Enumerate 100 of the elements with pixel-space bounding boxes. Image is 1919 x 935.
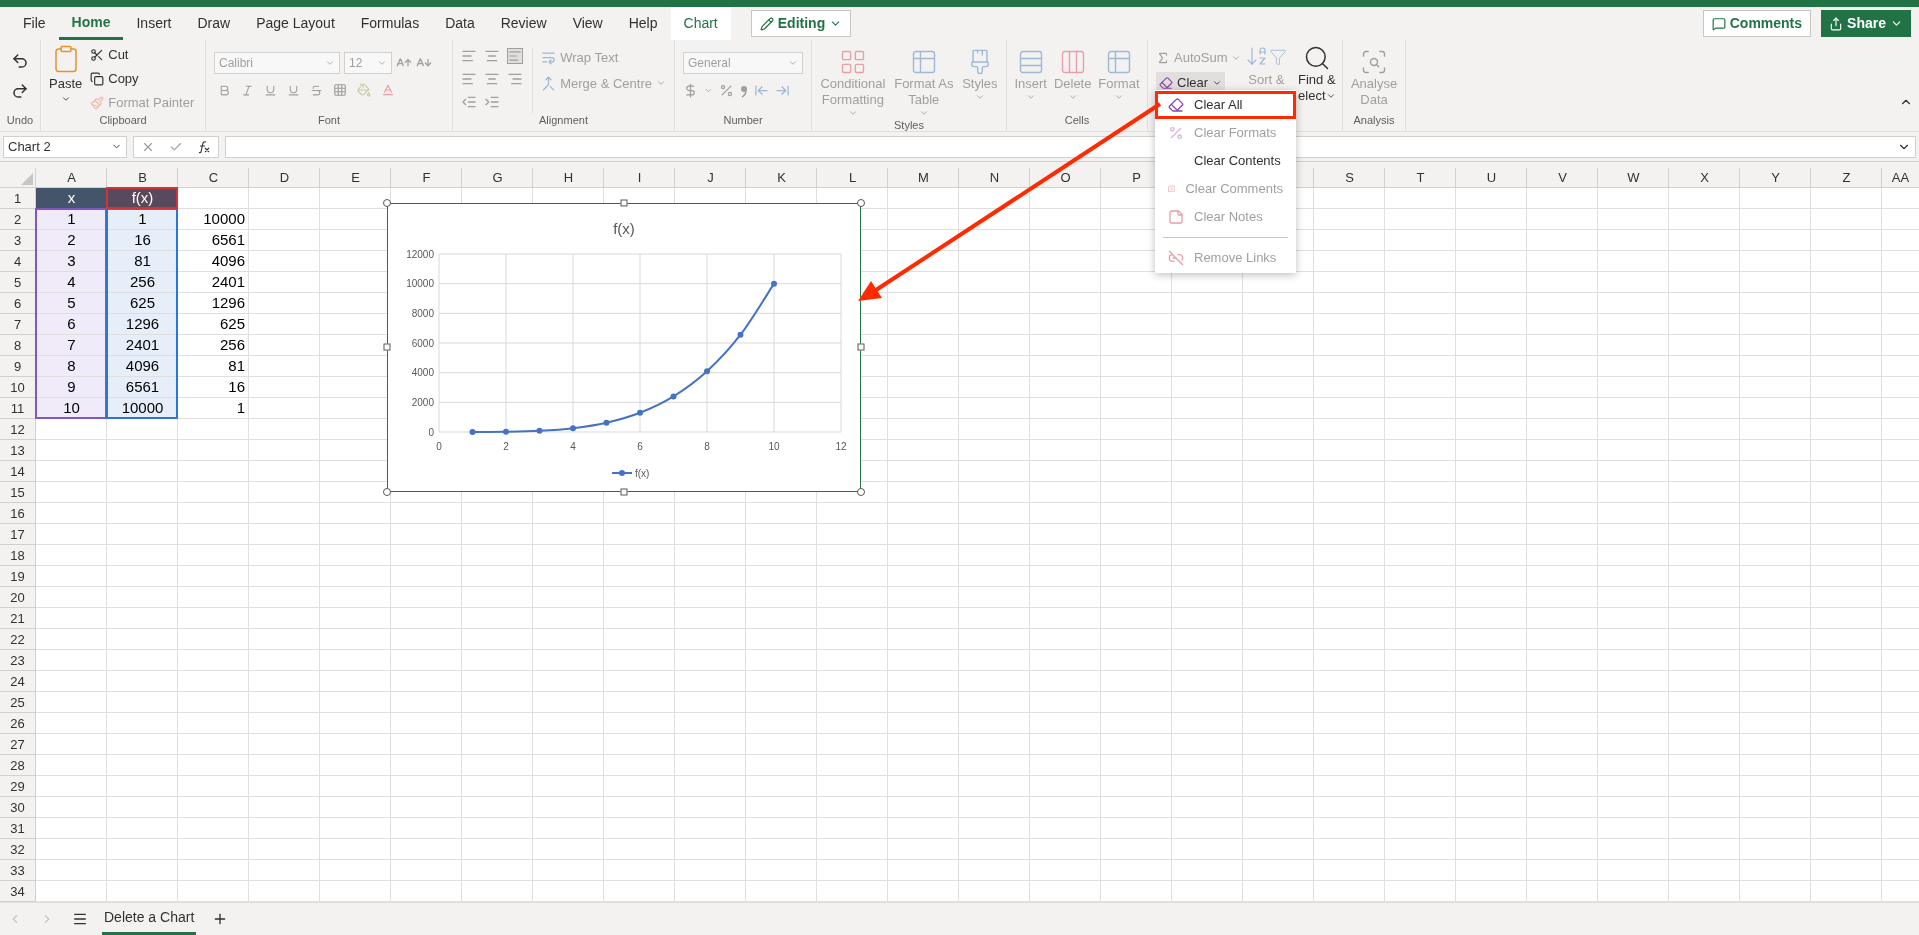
menu-tab[interactable]: Help: [615, 7, 671, 40]
double-underline-icon[interactable]: [287, 83, 300, 97]
align-bottom-icon[interactable]: [507, 48, 524, 64]
row-header[interactable]: 21: [10, 608, 25, 629]
menu-tab[interactable]: Data: [432, 7, 488, 40]
row-header[interactable]: 17: [10, 524, 25, 545]
align-top-icon[interactable]: [461, 48, 477, 64]
column-header[interactable]: C: [208, 168, 219, 188]
row-header[interactable]: 3: [13, 230, 22, 251]
row-header[interactable]: 10: [10, 377, 25, 398]
indent-icon[interactable]: [484, 94, 501, 110]
menu-tab[interactable]: Review: [487, 7, 560, 40]
row-header[interactable]: 1: [13, 188, 22, 209]
column-header[interactable]: X: [1700, 168, 1709, 188]
outdent-icon[interactable]: [461, 94, 477, 110]
row-header[interactable]: 20: [10, 587, 25, 608]
column-header[interactable]: E: [351, 168, 360, 188]
column-header[interactable]: A: [67, 168, 76, 188]
menu-item[interactable]: Clear Contents: [1155, 147, 1296, 175]
row-header[interactable]: 24: [10, 671, 25, 692]
row-header[interactable]: 15: [10, 482, 25, 503]
editing-mode-button[interactable]: Editing: [750, 10, 852, 37]
formula-input[interactable]: [225, 135, 1916, 158]
resize-handle[interactable]: [383, 343, 391, 351]
row-header[interactable]: 16: [10, 503, 25, 524]
share-button[interactable]: Share: [1821, 10, 1911, 37]
menu-tab[interactable]: View: [559, 7, 616, 40]
menu-icon[interactable]: [72, 911, 88, 927]
column-header[interactable]: N: [989, 168, 1000, 188]
column-header[interactable]: O: [1060, 168, 1071, 188]
sheet-tab[interactable]: Delete a Chart: [102, 903, 197, 935]
resize-handle[interactable]: [620, 488, 628, 496]
paste-button[interactable]: Paste: [49, 44, 83, 113]
menu-tab[interactable]: Insert: [123, 7, 185, 40]
menu-tab[interactable]: Page Layout: [243, 7, 348, 40]
resize-handle[interactable]: [383, 199, 391, 207]
ribbon-button[interactable]: Copy: [90, 68, 195, 89]
row-header[interactable]: 19: [10, 566, 25, 587]
underline-icon[interactable]: [264, 83, 277, 97]
align-middle-icon[interactable]: [484, 48, 501, 64]
column-header[interactable]: I: [637, 168, 642, 188]
row-header[interactable]: 7: [13, 314, 22, 335]
column-header[interactable]: L: [848, 168, 857, 188]
resize-handle[interactable]: [857, 199, 865, 207]
decrease-decimal-icon[interactable]: [754, 83, 769, 98]
italic-icon[interactable]: [241, 83, 254, 97]
row-header[interactable]: 8: [13, 335, 22, 356]
align-center-icon[interactable]: [484, 71, 501, 87]
column-header[interactable]: W: [1627, 168, 1640, 188]
row-header[interactable]: 33: [10, 860, 25, 881]
bold-icon[interactable]: [218, 83, 231, 97]
align-right-icon[interactable]: [507, 71, 524, 87]
column-header[interactable]: B: [138, 168, 147, 188]
fill-color-icon[interactable]: [357, 83, 371, 97]
menu-tab[interactable]: Draw: [184, 7, 244, 40]
resize-handle[interactable]: [383, 488, 391, 496]
row-header[interactable]: 6: [13, 293, 22, 314]
row-header[interactable]: 32: [10, 839, 25, 860]
resize-handle[interactable]: [620, 199, 628, 207]
chart[interactable]: f(x) 0 2000 4000 6000 8000 10000 12000 0 2 4 6 8 10 12 f(x): [387, 203, 861, 492]
resize-handle[interactable]: [857, 488, 865, 496]
name-box[interactable]: Chart 2: [3, 135, 127, 158]
column-header[interactable]: H: [563, 168, 574, 188]
row-header[interactable]: 13: [10, 440, 25, 461]
row-header[interactable]: 28: [10, 755, 25, 776]
menu-tab[interactable]: Chart: [670, 7, 731, 40]
function-icon[interactable]: [197, 139, 211, 154]
row-header[interactable]: 29: [10, 776, 25, 797]
percent-icon[interactable]: [719, 83, 734, 98]
row-header[interactable]: 4: [13, 251, 22, 272]
column-header[interactable]: K: [777, 168, 786, 188]
increase-decimal-icon[interactable]: [775, 83, 790, 98]
column-header[interactable]: J: [707, 168, 714, 188]
column-header[interactable]: D: [279, 168, 290, 188]
column-header[interactable]: F: [422, 168, 431, 188]
row-header[interactable]: 30: [10, 797, 25, 818]
column-header[interactable]: V: [1558, 168, 1567, 188]
comma-style-icon[interactable]: [740, 83, 748, 98]
row-header[interactable]: 12: [10, 419, 25, 440]
row-header[interactable]: 31: [10, 818, 25, 839]
row-header[interactable]: 25: [10, 692, 25, 713]
menu-tab[interactable]: Formulas: [347, 7, 433, 40]
font-color-icon[interactable]: [381, 83, 395, 97]
redo-icon[interactable]: [11, 82, 29, 100]
column-header[interactable]: Y: [1771, 168, 1780, 188]
resize-handle[interactable]: [857, 343, 865, 351]
column-header[interactable]: T: [1416, 168, 1425, 188]
row-header[interactable]: 23: [10, 650, 25, 671]
row-header[interactable]: 5: [13, 272, 22, 293]
row-header[interactable]: 18: [10, 545, 25, 566]
currency-icon[interactable]: [683, 83, 698, 98]
menu-item[interactable]: Clear All: [1155, 91, 1296, 119]
column-header[interactable]: AA: [1891, 168, 1910, 188]
select-all-icon[interactable]: [21, 173, 33, 185]
menu-tab[interactable]: File: [10, 7, 59, 40]
column-header[interactable]: M: [918, 168, 929, 188]
row-header[interactable]: 9: [13, 356, 22, 377]
strikethrough-icon[interactable]: [310, 83, 323, 97]
caret-icon[interactable]: [704, 86, 713, 95]
column-header[interactable]: G: [492, 168, 503, 188]
